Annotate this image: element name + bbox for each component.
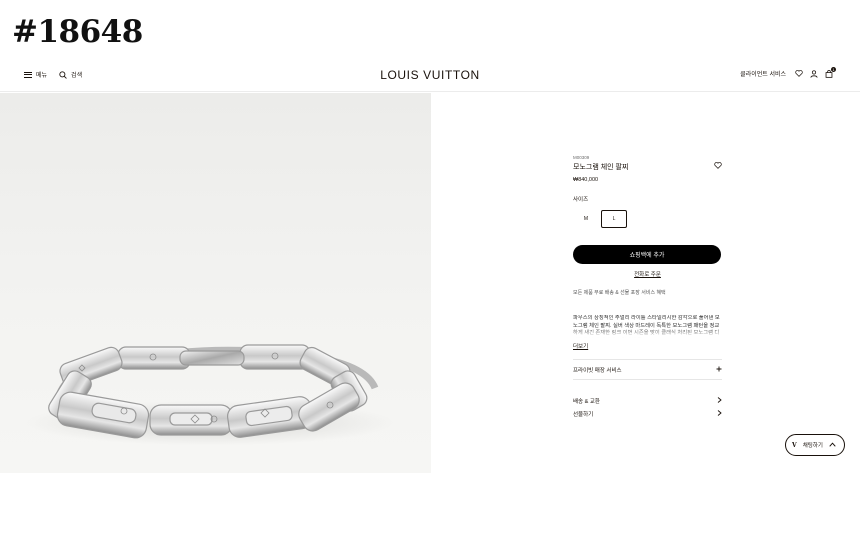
chat-button[interactable]: V 채팅하기 <box>785 434 845 456</box>
menu-label: 메뉴 <box>36 73 48 79</box>
size-option-m[interactable]: M <box>573 210 599 228</box>
hamburger-icon <box>24 71 32 78</box>
shipping-returns-link[interactable]: 배송 & 교환 <box>573 394 722 407</box>
shipping-returns-label: 배송 & 교환 <box>573 398 600 405</box>
menu-button[interactable]: 메뉴 <box>24 70 47 79</box>
image-id-watermark: #18648 <box>12 14 143 50</box>
add-to-wishlist-heart-icon[interactable] <box>714 156 722 174</box>
product-info-panel: M00309 모노그램 체인 팔찌 ₩840,000 사이즈 M L 쇼핑백에 … <box>573 155 722 420</box>
brand-logo-wrap: LOUIS VUITTON <box>0 68 860 82</box>
boutique-service-accordion[interactable]: 프라이빗 매장 서비스 <box>573 359 722 380</box>
search-button[interactable]: 검색 <box>59 70 82 79</box>
lv-monogram-icon: V <box>792 441 797 449</box>
gift-label: 선물하기 <box>573 411 594 418</box>
client-service-link[interactable]: 클라이언트 서비스 <box>740 69 786 78</box>
add-to-bag-button[interactable]: 쇼핑백에 추가 <box>573 245 721 264</box>
size-option-l[interactable]: L <box>601 210 627 228</box>
product-image-gallery[interactable] <box>0 93 431 473</box>
search-label: 검색 <box>71 73 83 79</box>
plus-icon <box>716 366 722 374</box>
product-name: 모노그램 체인 팔찌 <box>573 164 629 171</box>
brand-logo[interactable]: LOUIS VUITTON <box>380 68 480 82</box>
shipping-perks-text: 모든 제품 무료 배송 & 선물 포장 서비스 혜택 <box>573 290 666 296</box>
chevron-right-icon <box>717 409 722 418</box>
chevron-up-icon <box>829 441 836 449</box>
boutique-service-label: 프라이빗 매장 서비스 <box>573 367 622 374</box>
shopping-bag-icon[interactable]: 1 <box>825 66 836 78</box>
info-links: 배송 & 교환 선물하기 <box>573 394 722 420</box>
search-icon <box>59 70 67 79</box>
account-icon[interactable] <box>810 69 818 78</box>
gift-link[interactable]: 선물하기 <box>573 407 722 420</box>
header-right-nav: 클라이언트 서비스 1 <box>740 66 836 78</box>
product-sku: M00309 <box>573 155 590 160</box>
chat-label: 채팅하기 <box>802 443 823 449</box>
chain-bracelet-image <box>25 344 395 445</box>
wishlist-icon[interactable] <box>795 70 803 77</box>
product-description: 파우스의 상징적인 주얼리 라이틀 스타일리시한 감각으로 풀어낸 모노그램 체… <box>573 315 720 338</box>
size-selector: M L <box>573 210 722 228</box>
header-left-nav: 메뉴 검색 <box>24 70 94 79</box>
size-label: 사이즈 <box>573 197 589 203</box>
site-header: 메뉴 검색 LOUIS VUITTON 클라이언트 서비스 1 <box>0 58 860 92</box>
bag-count-badge: 1 <box>831 66 836 72</box>
product-price: ₩840,000 <box>573 177 599 183</box>
order-by-phone-link[interactable]: 전화로 주문 <box>573 270 722 278</box>
chevron-right-icon <box>717 396 722 405</box>
read-more-link[interactable]: 더보기 <box>573 342 722 350</box>
